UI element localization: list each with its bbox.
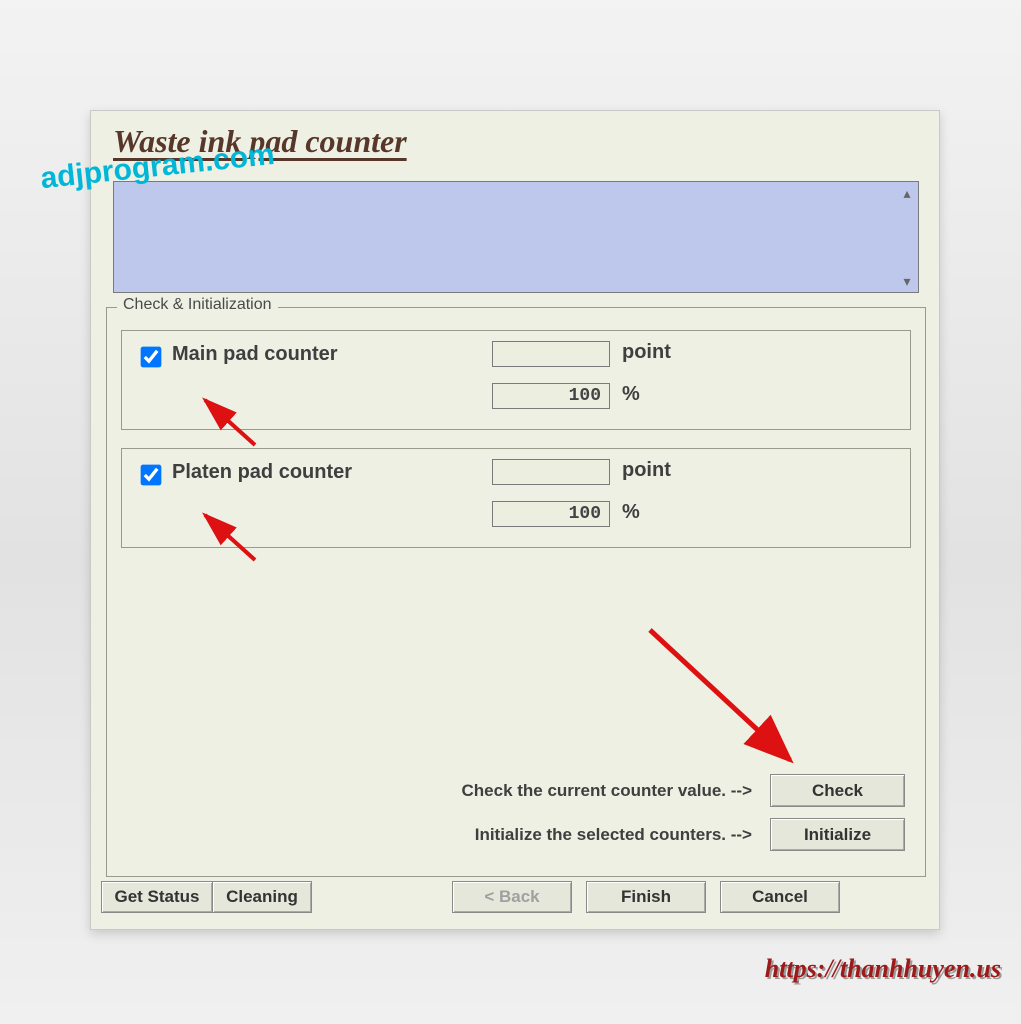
- check-button[interactable]: Check: [770, 774, 905, 807]
- field-platen-points: [492, 459, 610, 485]
- checkbox-platen-pad-counter[interactable]: [141, 465, 162, 486]
- unit-main-percent: %: [622, 383, 640, 406]
- cancel-button[interactable]: Cancel: [720, 881, 840, 913]
- row-platen-pad-counter: Platen pad counter point 100 %: [121, 448, 911, 548]
- hint-row-initialize: Initialize the selected counters. --> In…: [475, 818, 905, 851]
- hint-init-text: Initialize the selected counters. -->: [475, 825, 752, 845]
- field-main-points: [492, 341, 610, 367]
- group-legend: Check & Initialization: [117, 296, 278, 314]
- initialize-button[interactable]: Initialize: [770, 818, 905, 851]
- scroll-up-icon[interactable]: ▴: [896, 182, 918, 204]
- bottom-button-bar: Get Status Cleaning < Back Finish Cancel: [101, 879, 929, 915]
- info-listbox[interactable]: ▴ ▾: [113, 181, 919, 293]
- cleaning-button[interactable]: Cleaning: [212, 881, 312, 913]
- groupbox-check-initialization: Check & Initialization Main pad counter …: [106, 307, 926, 877]
- page-title: Waste ink pad counter: [113, 123, 407, 160]
- scroll-down-icon[interactable]: ▾: [896, 270, 918, 292]
- checkbox-main-pad-counter[interactable]: [141, 347, 162, 368]
- field-platen-percent: 100: [492, 501, 610, 527]
- label-platen-pad-counter: Platen pad counter: [172, 461, 352, 484]
- finish-button[interactable]: Finish: [586, 881, 706, 913]
- get-status-button[interactable]: Get Status: [101, 881, 213, 913]
- unit-platen-percent: %: [622, 501, 640, 524]
- label-main-pad-counter: Main pad counter: [172, 343, 338, 366]
- unit-platen-points: point: [622, 459, 671, 482]
- unit-main-points: point: [622, 341, 671, 364]
- hint-check-text: Check the current counter value. -->: [462, 781, 753, 801]
- dialog-waste-ink-pad-counter: Waste ink pad counter ▴ ▾ Check & Initia…: [90, 110, 940, 930]
- hint-row-check: Check the current counter value. --> Che…: [462, 774, 906, 807]
- back-button[interactable]: < Back: [452, 881, 572, 913]
- row-main-pad-counter: Main pad counter point 100 %: [121, 330, 911, 430]
- field-main-percent: 100: [492, 383, 610, 409]
